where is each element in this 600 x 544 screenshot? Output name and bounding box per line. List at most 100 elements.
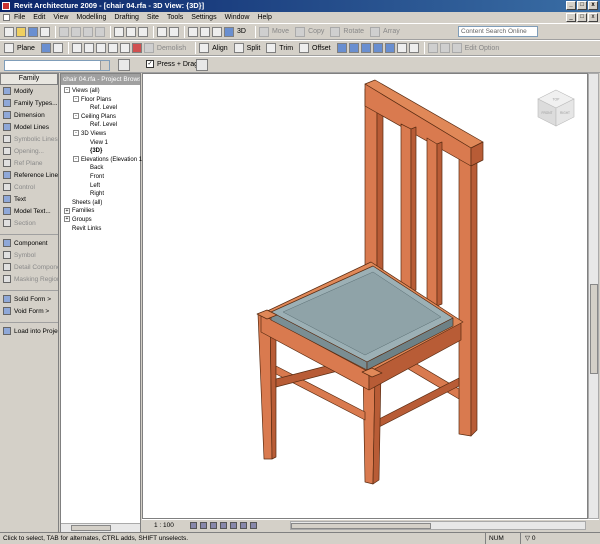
thin-lines-icon[interactable] bbox=[212, 26, 222, 37]
tool-e-icon[interactable] bbox=[384, 43, 395, 53]
press-drag-checkbox[interactable]: ✓ bbox=[146, 60, 154, 68]
show-crop-icon[interactable] bbox=[229, 522, 237, 529]
type-properties-icon[interactable] bbox=[169, 26, 179, 37]
cut-icon[interactable] bbox=[59, 26, 69, 37]
move-label[interactable]: Move bbox=[272, 28, 289, 35]
design-bar-item-ref-plane[interactable]: Ref Plane bbox=[0, 157, 58, 169]
browser-tree-node[interactable]: {3D} bbox=[61, 147, 140, 156]
zoom-icon[interactable] bbox=[188, 26, 198, 37]
design-bar-item-component[interactable]: Component bbox=[0, 237, 58, 249]
move-icon[interactable] bbox=[258, 26, 269, 37]
viewport-horizontal-scrollbar[interactable] bbox=[290, 521, 586, 530]
maximize-button[interactable]: □ bbox=[577, 1, 587, 10]
doc-close-button[interactable]: x bbox=[588, 13, 598, 22]
redo-icon[interactable] bbox=[126, 26, 136, 37]
design-bar-item-text[interactable]: Text bbox=[0, 193, 58, 205]
demolish-icon[interactable] bbox=[143, 43, 154, 53]
tool-a-icon[interactable] bbox=[336, 43, 347, 53]
design-bar-item-solid-form[interactable]: Solid Form > bbox=[0, 293, 58, 305]
design-bar-item-model-lines[interactable]: Model Lines bbox=[0, 121, 58, 133]
design-bar-item-opening[interactable]: Opening... bbox=[0, 145, 58, 157]
document-icon[interactable] bbox=[3, 14, 10, 21]
copy-tool-icon[interactable] bbox=[295, 26, 306, 37]
work-plane-icon[interactable] bbox=[4, 43, 14, 53]
viewcube-top-face[interactable]: TOP bbox=[553, 98, 561, 102]
browser-scrollbar[interactable] bbox=[61, 523, 140, 532]
3d-view-canvas[interactable] bbox=[142, 73, 588, 519]
paste-icon[interactable] bbox=[83, 26, 93, 37]
viewport-vertical-scrollbar[interactable] bbox=[588, 73, 599, 519]
design-bar-item-detail-component[interactable]: Detail Component bbox=[0, 261, 58, 273]
array-label[interactable]: Array bbox=[383, 28, 400, 35]
save-icon[interactable] bbox=[28, 26, 38, 37]
type-selector[interactable] bbox=[4, 60, 110, 71]
horizontal-scroll-thumb[interactable] bbox=[291, 523, 431, 529]
element-properties-button[interactable] bbox=[118, 59, 130, 71]
browser-tree-node[interactable]: - Floor Plans bbox=[61, 96, 140, 105]
option-a-icon[interactable] bbox=[427, 43, 438, 53]
design-bar-item-load-into-project[interactable]: Load into Project bbox=[0, 325, 58, 337]
reveal-hidden-icon[interactable] bbox=[249, 522, 257, 529]
viewcube-right-face[interactable]: RIGHT bbox=[560, 111, 570, 115]
tree-expander-icon[interactable]: - bbox=[64, 87, 70, 94]
tree-expander-icon[interactable]: + bbox=[64, 207, 70, 214]
array-icon[interactable] bbox=[370, 26, 381, 37]
demolish-label[interactable]: Demolish bbox=[157, 45, 186, 52]
browser-tree-node[interactable]: + Groups bbox=[61, 216, 140, 225]
vertical-scroll-thumb[interactable] bbox=[590, 284, 598, 374]
view-3d-label[interactable]: 3D bbox=[237, 28, 246, 35]
trim-label[interactable]: Trim bbox=[279, 45, 293, 52]
select-icon[interactable] bbox=[138, 26, 148, 37]
browser-tree-node[interactable]: Right bbox=[61, 190, 140, 199]
rotate-label[interactable]: Rotate bbox=[343, 28, 364, 35]
menu-window[interactable]: Window bbox=[225, 14, 250, 21]
menu-settings[interactable]: Settings bbox=[191, 14, 216, 21]
new-icon[interactable] bbox=[4, 26, 14, 37]
design-bar-item-section[interactable]: Section bbox=[0, 217, 58, 229]
menu-tools[interactable]: Tools bbox=[167, 14, 183, 21]
tool-b-icon[interactable] bbox=[348, 43, 359, 53]
design-bar-item-masking-region[interactable]: Masking Region bbox=[0, 273, 58, 285]
doc-minimize-button[interactable]: _ bbox=[566, 13, 576, 22]
type-selector-dropdown[interactable] bbox=[100, 61, 109, 70]
undo-icon[interactable] bbox=[114, 26, 124, 37]
design-bar-item-reference-lines[interactable]: Reference Lines bbox=[0, 169, 58, 181]
trim-icon[interactable] bbox=[266, 43, 277, 53]
align-label[interactable]: Align bbox=[212, 45, 228, 52]
tree-expander-icon[interactable]: - bbox=[73, 130, 79, 137]
grid-icon[interactable] bbox=[40, 43, 51, 53]
browser-tree-node[interactable]: - Elevations (Elevation 1) bbox=[61, 156, 144, 165]
menu-help[interactable]: Help bbox=[257, 14, 271, 21]
split-icon[interactable] bbox=[233, 43, 244, 53]
tool-g-icon[interactable] bbox=[408, 43, 419, 53]
browser-tree-node[interactable]: Left bbox=[61, 182, 140, 191]
temp-hide-icon[interactable] bbox=[239, 522, 247, 529]
design-bar-item-symbol[interactable]: Symbol bbox=[0, 249, 58, 261]
browser-tree-node[interactable]: Back bbox=[61, 164, 140, 173]
browser-tree-node[interactable]: + Families bbox=[61, 207, 140, 216]
model-graphics-icon[interactable] bbox=[199, 522, 207, 529]
browser-tree-node[interactable]: - Views (all) bbox=[61, 87, 140, 96]
open-icon[interactable] bbox=[16, 26, 26, 37]
tree-expander-icon[interactable]: + bbox=[64, 216, 70, 223]
browser-tree-node[interactable]: Ref. Level bbox=[61, 104, 140, 113]
edit-option-icon[interactable] bbox=[451, 43, 462, 53]
browser-tree-node[interactable]: Front bbox=[61, 173, 140, 182]
linework-icon[interactable] bbox=[95, 43, 106, 53]
join-geometry-icon[interactable] bbox=[119, 43, 130, 53]
dynamic-view-icon[interactable] bbox=[200, 26, 210, 37]
design-bar-item-model-text[interactable]: Model Text... bbox=[0, 205, 58, 217]
design-bar-item-symbolic-lines[interactable]: Symbolic Lines bbox=[0, 133, 58, 145]
menu-site[interactable]: Site bbox=[147, 14, 159, 21]
selection-filter[interactable]: ▽ 0 bbox=[520, 533, 570, 544]
align-icon[interactable] bbox=[199, 43, 210, 53]
chair-model[interactable] bbox=[143, 74, 589, 520]
match-icon[interactable] bbox=[95, 26, 105, 37]
family-icon[interactable] bbox=[52, 43, 63, 53]
cut-geometry-icon[interactable] bbox=[107, 43, 118, 53]
revit-app-icon[interactable] bbox=[2, 2, 10, 10]
tool-c-icon[interactable] bbox=[360, 43, 371, 53]
print-icon[interactable] bbox=[40, 26, 50, 37]
browser-tree-node[interactable]: - Ceiling Plans bbox=[61, 113, 140, 122]
edit-option-label[interactable]: Edit Option bbox=[465, 45, 500, 52]
